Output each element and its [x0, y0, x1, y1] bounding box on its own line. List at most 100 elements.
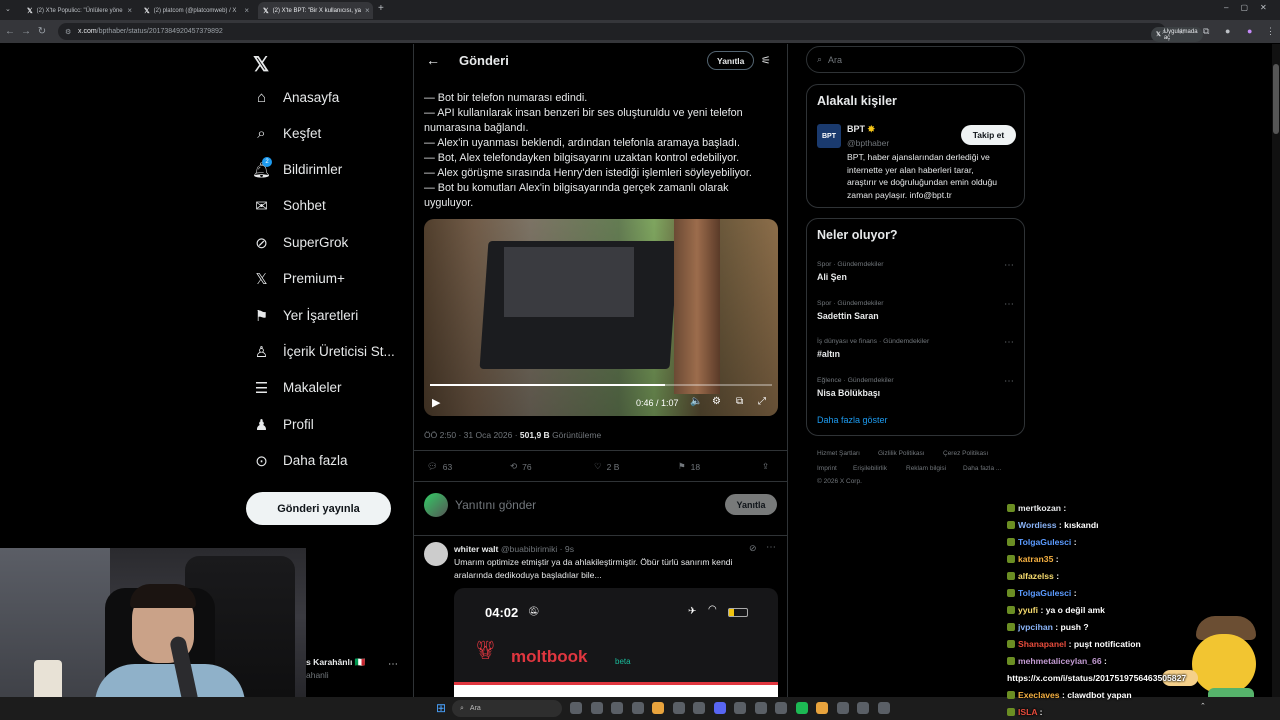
- extensions-icon[interactable]: ⧉: [1203, 26, 1209, 37]
- scrollbar-thumb[interactable]: [1273, 64, 1279, 134]
- site-info-icon[interactable]: ⚙: [65, 28, 71, 36]
- account-name[interactable]: s Karahânlı 🇮🇹: [306, 657, 365, 668]
- video-player[interactable]: ▶ 0:46 / 1:07 🔈 ⚙ ⧉ ⤢: [424, 219, 778, 416]
- share-icon[interactable]: ⇪: [762, 461, 769, 472]
- fullscreen-icon[interactable]: ⤢: [758, 396, 766, 407]
- close-icon[interactable]: ×: [127, 6, 132, 15]
- volume-icon[interactable]: 🔈: [690, 396, 702, 407]
- zoom-icon[interactable]: ⌕: [1162, 27, 1166, 37]
- nav-item-6[interactable]: 𝕏 Premium+: [253, 270, 344, 288]
- reload-icon[interactable]: ↻: [34, 26, 50, 37]
- close-icon[interactable]: ×: [244, 6, 249, 15]
- avatar[interactable]: [424, 542, 448, 566]
- task-view-icon[interactable]: [570, 702, 582, 714]
- chat-username[interactable]: ISLA: [1018, 707, 1037, 717]
- trend-name[interactable]: Sadettin Saran: [817, 311, 879, 321]
- window-controls[interactable]: –▢✕: [1224, 3, 1279, 12]
- spotify-icon[interactable]: [795, 702, 808, 714]
- nav-item-8[interactable]: ♙ İçerik Üreticisi St...: [253, 343, 395, 361]
- forward-icon[interactable]: →: [18, 26, 34, 37]
- search-input[interactable]: ⌕ Ara: [806, 46, 1025, 73]
- bookmark-action[interactable]: ⚑ 18: [678, 461, 700, 472]
- post-timestamp[interactable]: ÖÖ 2:50 · 31 Oca 2026 ·: [424, 430, 520, 440]
- account-more-icon[interactable]: ⋯: [388, 659, 398, 670]
- like-action[interactable]: ♡ 2 B: [594, 461, 619, 472]
- edge-icon[interactable]: [631, 702, 644, 714]
- trend-name[interactable]: Nisa Bölükbaşı: [817, 388, 880, 398]
- close-icon[interactable]: ×: [365, 6, 370, 15]
- profile-avatar[interactable]: ●: [1247, 26, 1252, 36]
- nav-item-10[interactable]: ♟ Profil: [253, 416, 314, 434]
- chrome-icon[interactable]: [652, 702, 664, 714]
- tab-2[interactable]: 𝕏 (2) platcom (@platcomweb) / X ×: [139, 2, 254, 19]
- nav-item-4[interactable]: ✉ Sohbet: [253, 197, 326, 215]
- windows-start-icon[interactable]: ⊞: [436, 701, 446, 715]
- scrollbar[interactable]: [1272, 44, 1280, 697]
- back-icon[interactable]: ←: [2, 26, 18, 37]
- app-icon[interactable]: [754, 702, 767, 714]
- pip-icon[interactable]: ⧉: [736, 396, 743, 407]
- folder-icon[interactable]: [672, 702, 685, 714]
- nav-item-5[interactable]: ⊘ SuperGrok: [253, 234, 348, 252]
- filter-icon[interactable]: ⚟: [761, 54, 771, 67]
- footer-link[interactable]: Gizlilik Politikası: [878, 450, 925, 457]
- footer-link[interactable]: Imprint: [817, 465, 837, 472]
- trend-name[interactable]: Ali Şen: [817, 272, 847, 282]
- follow-button[interactable]: Takip et: [961, 125, 1016, 145]
- steam-icon[interactable]: [734, 702, 746, 714]
- footer-link[interactable]: Erişilebilirlik: [853, 465, 887, 472]
- chat-username[interactable]: mehmetaliceylan_66: [1018, 656, 1102, 666]
- play-icon[interactable]: ▶: [432, 396, 440, 409]
- chrome-icon[interactable]: [816, 702, 828, 714]
- more-icon[interactable]: ⋯: [1004, 299, 1014, 310]
- settings-icon[interactable]: ⚙: [712, 396, 721, 407]
- grok-icon[interactable]: ⊘: [749, 543, 757, 554]
- system-tray-icon[interactable]: ⌃: [1200, 702, 1206, 710]
- new-tab-icon[interactable]: +: [378, 3, 384, 14]
- chat-username[interactable]: TolgaGulesci: [1018, 588, 1071, 598]
- chat-username[interactable]: TolgaGulesci: [1018, 537, 1071, 547]
- reply-author-name[interactable]: whiter walt: [454, 544, 498, 554]
- footer-link[interactable]: Reklam bilgisi: [906, 465, 946, 472]
- tab-1[interactable]: 𝕏 (2) X'te Populicc: "Ünlülere yöne ×: [22, 2, 137, 19]
- avatar[interactable]: BPT: [817, 124, 841, 148]
- app-icon[interactable]: [836, 702, 849, 714]
- browser-menu-icon[interactable]: ⋮: [1266, 26, 1275, 37]
- nav-item-7[interactable]: ⚑ Yer İşaretleri: [253, 307, 359, 325]
- bookmark-star-icon[interactable]: ☆: [1178, 27, 1185, 36]
- tab-3-active[interactable]: 𝕏 (2) X'te BPT: "Bir X kullanıcısı, ya ×: [258, 2, 373, 19]
- show-more-link[interactable]: Daha fazla göster: [817, 415, 888, 425]
- app-icon[interactable]: [857, 702, 869, 714]
- chat-username[interactable]: mertkozan: [1018, 503, 1061, 513]
- chat-username[interactable]: katran35: [1018, 554, 1053, 564]
- chat-username[interactable]: Shanapanel: [1018, 639, 1066, 649]
- mail-icon[interactable]: [693, 702, 705, 714]
- tab-search-icon[interactable]: ⌄: [5, 5, 11, 13]
- x-logo-icon[interactable]: 𝕏: [253, 52, 269, 77]
- footer-link[interactable]: Çerez Politikası: [943, 450, 988, 457]
- chat-username[interactable]: yyufi: [1018, 605, 1038, 615]
- more-icon[interactable]: ⋯: [1004, 337, 1014, 348]
- nav-item-2[interactable]: ⌕ Keşfet: [253, 125, 321, 142]
- avatar[interactable]: [424, 493, 448, 517]
- post-button[interactable]: Gönderi yayınla: [246, 492, 391, 525]
- more-icon[interactable]: ⋯: [766, 542, 776, 553]
- discord-icon[interactable]: [713, 702, 726, 714]
- widgets-icon[interactable]: [590, 702, 603, 714]
- app-icon[interactable]: [877, 702, 890, 714]
- chat-username[interactable]: jvpcihan: [1018, 622, 1053, 632]
- nav-item-3[interactable]: 🔔︎ 2 Bildirimler: [252, 157, 342, 179]
- person-name[interactable]: BPT ✸: [847, 124, 875, 135]
- reply-input[interactable]: Yanıtını gönder: [455, 498, 536, 512]
- nav-item-1[interactable]: ⌂ Anasayfa: [253, 89, 339, 106]
- url-field[interactable]: ⚙ x.com/bpthaber/status/2017384920457379…: [58, 23, 1203, 42]
- repost-action[interactable]: ⟲ 76: [510, 461, 532, 472]
- footer-link[interactable]: Hizmet Şartları: [817, 450, 860, 457]
- more-icon[interactable]: ⋯: [1004, 376, 1014, 387]
- nav-item-11[interactable]: ⊙ Daha fazla: [253, 452, 347, 470]
- back-arrow-icon[interactable]: ←: [426, 52, 440, 68]
- footer-link[interactable]: Daha fazla ...: [963, 465, 1001, 472]
- reply-submit-button[interactable]: Yanıtla: [725, 494, 777, 515]
- reply-action[interactable]: 💬︎ 63: [427, 461, 452, 472]
- nav-item-9[interactable]: ☰ Makaleler: [253, 379, 342, 397]
